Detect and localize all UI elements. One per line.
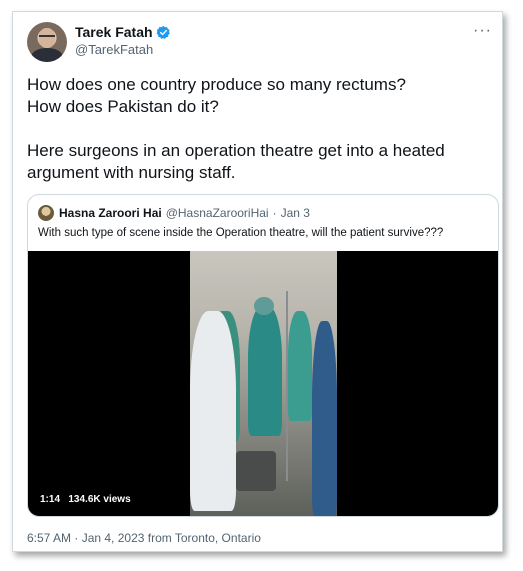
tweet-text: How does one country produce so many rec… [27,74,492,184]
figure-shape [254,297,274,315]
figure-shape [288,311,312,421]
tweet-text-line: How does one country produce so many rec… [27,75,406,94]
avatar-suit [31,48,63,62]
author-avatar[interactable] [27,22,67,62]
quoted-date[interactable]: Jan 3 [281,206,310,220]
figure-shape [248,306,282,436]
figure-shape [190,311,236,511]
author-handle[interactable]: @TarekFatah [75,42,153,57]
quoted-header: Hasna Zaroori Hai @HasnaZarooriHai · Jan… [38,205,310,221]
figure-shape [312,321,337,516]
tweet-text-line: Here surgeons in an operation theatre ge… [27,141,445,160]
quoted-author-handle[interactable]: @HasnaZarooriHai [166,206,269,220]
avatar-glasses [39,35,55,39]
video-views: 134.6K views [68,494,131,505]
video-duration: 1:14 [40,494,61,505]
quoted-avatar[interactable] [38,205,54,221]
figure-shape [236,451,276,491]
tweet-card[interactable]: Tarek Fatah @TarekFatah ··· How does one… [12,11,503,552]
author-name[interactable]: Tarek Fatah [75,24,153,40]
tweet-text-line: argument with nursing staff. [27,163,236,182]
quoted-author-name[interactable]: Hasna Zaroori Hai [59,206,162,220]
tweet-text-line: How does Pakistan do it? [27,97,219,116]
figure-shape [286,291,288,481]
quoted-text: With such type of scene inside the Opera… [38,227,444,239]
quoted-tweet[interactable]: Hasna Zaroori Hai @HasnaZarooriHai · Jan… [27,194,499,517]
more-options-icon[interactable]: ··· [473,22,492,40]
author-name-row: Tarek Fatah [75,24,171,40]
tweet-timestamp[interactable]: 6:57 AM · Jan 4, 2023 from Toronto, Onta… [27,531,261,545]
video-player[interactable]: 1:14 134.6K views [28,251,498,516]
separator-dot: · [272,206,277,220]
verified-badge-icon [156,25,170,39]
video-stats: 1:14 134.6K views [40,494,131,505]
video-frame [190,251,337,516]
